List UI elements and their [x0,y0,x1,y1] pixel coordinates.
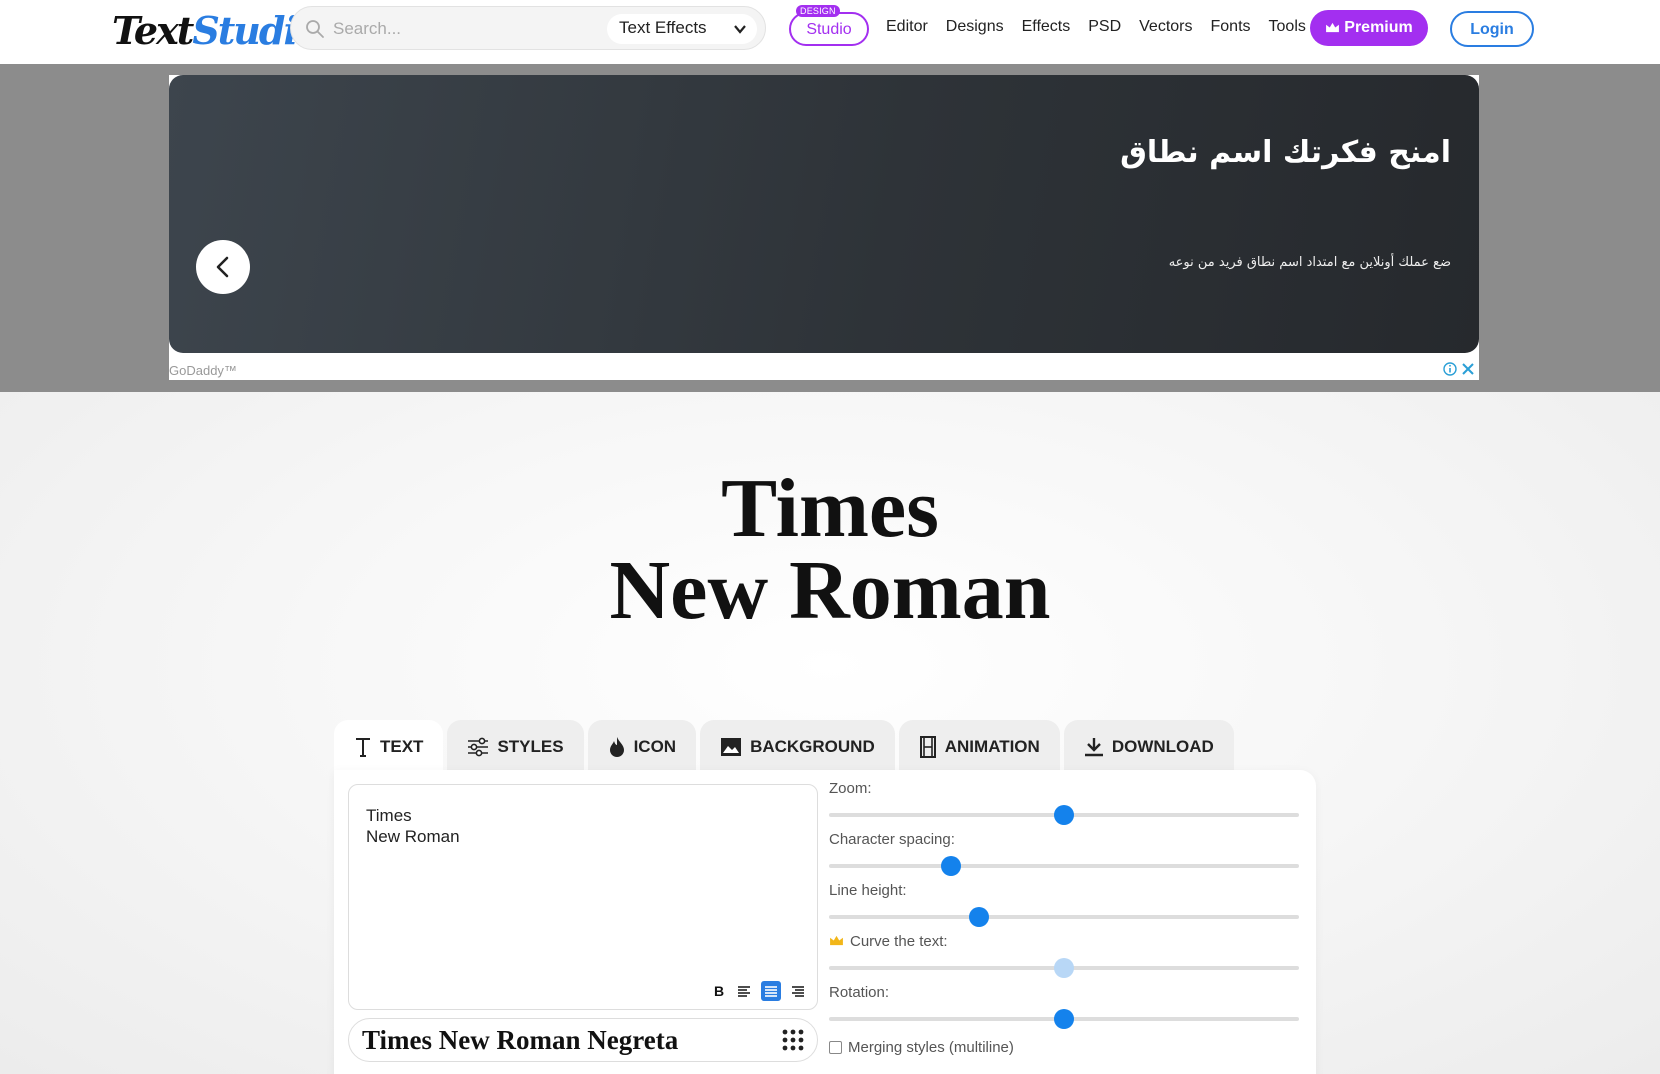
tab-animation[interactable]: ANIMATION [899,720,1060,774]
premium-label: Premium [1344,19,1412,36]
line-height-slider-handle[interactable] [969,907,989,927]
align-center-button[interactable] [761,981,781,1001]
preview-line-2: New Roman [0,550,1660,632]
chevron-left-icon [212,255,234,279]
film-icon [919,736,937,758]
line-height-slider-row: Line height: [829,882,1299,933]
advertisement[interactable]: امنح فكرتك اسم نطاق ضع عملك أونلاين مع ا… [169,75,1479,380]
text-input-area[interactable]: Times New Roman B [348,784,818,1010]
grid-dots-icon[interactable] [781,1028,805,1052]
line-height-label: Line height: [829,882,907,899]
search-category-value: Text Effects [619,18,707,37]
menu-item-psd[interactable]: PSD [1088,18,1121,36]
studio-label: Studio [806,21,851,38]
curve-text-label: Curve the text: [850,933,948,950]
tab-background-label: BACKGROUND [750,737,875,757]
ad-subtext: ضع عملك أونلاين مع امتداد اسم نطاق فريد … [1169,255,1451,270]
zoom-slider-handle[interactable] [1054,805,1074,825]
curve-text-slider-row: Curve the text: [829,933,1299,984]
menu-item-tools[interactable]: Tools [1269,18,1306,36]
selected-font-name: Times New Roman Negreta [362,1025,678,1056]
ad-brand-label: GoDaddy™ [169,363,237,378]
search-icon[interactable] [305,19,325,39]
rotation-label: Rotation: [829,984,889,1001]
tab-background[interactable]: BACKGROUND [700,720,895,774]
ad-controls [1443,362,1475,376]
bold-button[interactable]: B [709,981,729,1001]
rotation-slider-row: Rotation: [829,984,1299,1035]
slider-controls: Zoom: Character spacing: Line height: Cu… [829,780,1299,1035]
ad-back-button[interactable] [196,240,250,294]
text-preview[interactable]: Times New Roman [0,468,1660,632]
tab-animation-label: ANIMATION [945,737,1040,757]
align-left-icon [735,981,755,1001]
menu-item-effects[interactable]: Effects [1022,18,1071,36]
editor-tabs: TEXT STYLES ICON BACKGROUND [334,720,1238,774]
text-input-line-2: New Roman [366,826,460,847]
align-center-icon [761,981,781,1001]
tab-download[interactable]: DOWNLOAD [1064,720,1234,774]
character-spacing-slider-handle[interactable] [941,856,961,876]
merging-styles-option[interactable]: Merging styles (multiline) [829,1039,1014,1056]
text-input-line-1: Times [366,805,460,826]
tab-styles-label: STYLES [497,737,563,757]
ad-card[interactable]: امنح فكرتك اسم نطاق ضع عملك أونلاين مع ا… [169,75,1479,353]
image-icon [720,737,742,757]
text-input-content: Times New Roman [366,805,460,847]
curve-text-label-wrap: Curve the text: [829,933,948,950]
tab-styles[interactable]: STYLES [447,720,583,774]
format-toolbar: B [709,981,807,1001]
premium-button[interactable]: Premium [1310,10,1428,46]
character-spacing-slider-track[interactable] [829,864,1299,868]
text-t-icon [354,736,372,758]
tab-download-label: DOWNLOAD [1112,737,1214,757]
sliders-icon [467,737,489,757]
logo-text-part: Text [112,8,192,53]
menu-item-designs[interactable]: Designs [946,18,1004,36]
rotation-slider-handle[interactable] [1054,1009,1074,1029]
align-right-icon [787,981,807,1001]
merging-styles-checkbox[interactable] [829,1041,842,1054]
editor-area: Times New Roman TEXT STYLES ICON [0,392,1660,1074]
text-tab-panel: Times New Roman B [334,770,1316,1074]
character-spacing-slider-row: Character spacing: [829,831,1299,882]
studio-button[interactable]: DESIGN Studio [789,12,869,46]
align-right-button[interactable] [787,981,807,1001]
tab-text-label: TEXT [380,737,423,757]
font-selector[interactable]: Times New Roman Negreta [348,1018,818,1062]
ad-info-icon[interactable] [1443,362,1457,376]
menu-item-editor[interactable]: Editor [886,18,928,36]
textstudio-logo[interactable]: TextStudio [112,8,319,52]
search-input[interactable] [333,15,583,43]
line-height-slider-track[interactable] [829,915,1299,919]
zoom-slider-row: Zoom: [829,780,1299,831]
align-left-button[interactable] [735,981,755,1001]
crown-icon [1325,22,1340,33]
tab-icon-label: ICON [634,737,677,757]
main-menu: Editor Designs Effects PSD Vectors Fonts… [886,18,1324,36]
design-badge: DESIGN [796,5,840,17]
tab-text[interactable]: TEXT [334,720,443,774]
top-navbar: TextStudio Text Effects DESIGN Studio Ed… [0,0,1660,64]
login-button[interactable]: Login [1450,11,1534,47]
preview-line-1: Times [0,468,1660,550]
flame-icon [608,736,626,758]
search-category-select[interactable]: Text Effects [607,14,757,44]
search-bar: Text Effects [290,6,766,50]
zoom-label: Zoom: [829,780,872,797]
curve-text-slider-handle[interactable] [1054,958,1074,978]
chevron-down-icon [733,22,747,36]
character-spacing-label: Character spacing: [829,831,955,848]
tab-icon[interactable]: ICON [588,720,697,774]
merging-styles-label: Merging styles (multiline) [848,1039,1014,1056]
ad-headline: امنح فكرتك اسم نطاق [1120,135,1451,170]
ad-close-icon[interactable] [1461,362,1475,376]
premium-crown-icon [829,935,844,946]
ad-band: امنح فكرتك اسم نطاق ضع عملك أونلاين مع ا… [0,64,1660,392]
download-icon [1084,737,1104,757]
menu-item-vectors[interactable]: Vectors [1139,18,1192,36]
menu-item-fonts[interactable]: Fonts [1211,18,1251,36]
